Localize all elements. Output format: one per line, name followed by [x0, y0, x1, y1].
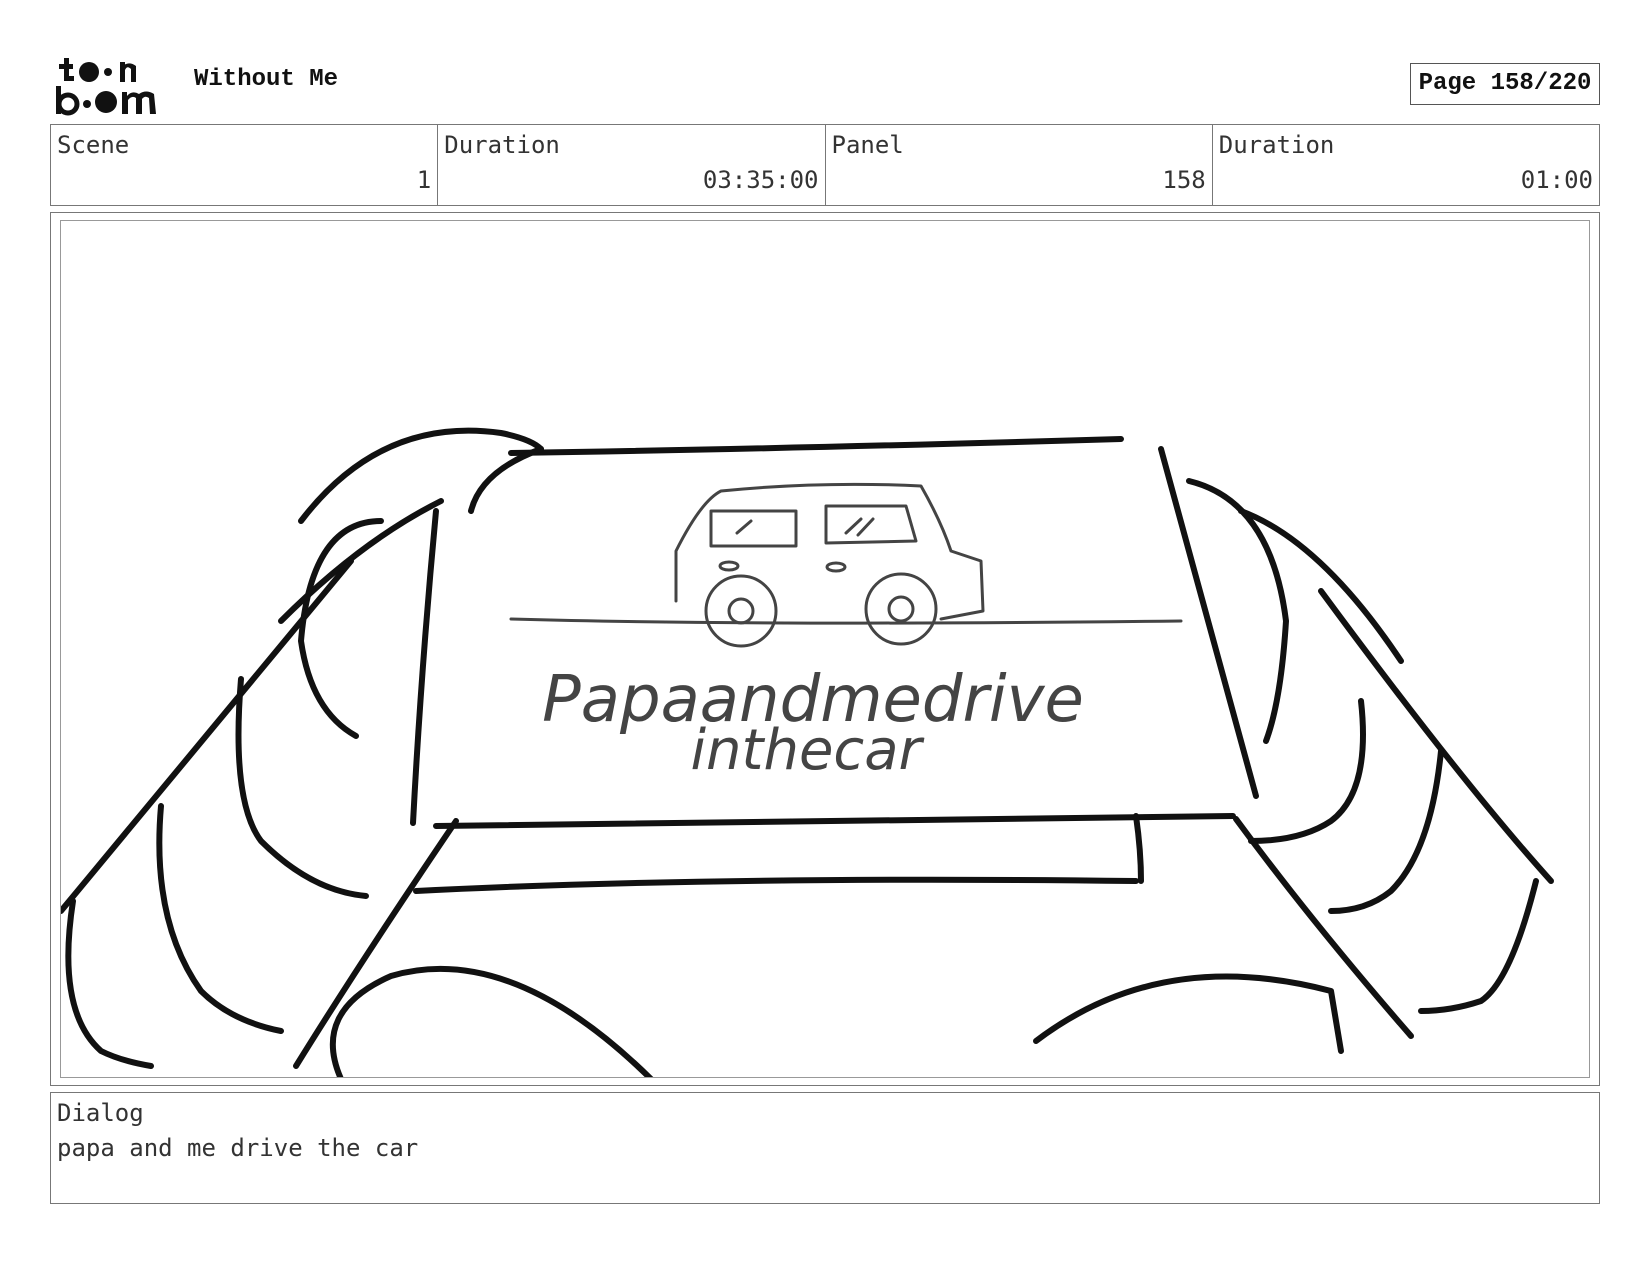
- toon-boom-logo: [56, 58, 156, 116]
- panel-label: Panel: [831, 131, 904, 159]
- scene-duration-cell: Duration 03:35:00: [438, 125, 826, 205]
- scene-duration-value: 03:35:00: [702, 166, 819, 194]
- storyboard-sketch: Papaandmedrive inthecar: [61, 427, 1554, 1077]
- sign-line-2: inthecar: [690, 718, 924, 783]
- scene-cell: Scene 1: [51, 125, 439, 205]
- dialog-box: Dialog papa and me drive the car: [50, 1092, 1600, 1204]
- scene-value: 1: [416, 166, 432, 194]
- storyboard-title: Without Me: [194, 66, 339, 93]
- panel-image: Papaandmedrive inthecar: [60, 220, 1590, 1078]
- panel-value: 158: [1162, 166, 1206, 194]
- panel-cell: Panel 158: [826, 125, 1213, 205]
- dialog-text: papa and me drive the car: [57, 1134, 419, 1162]
- shot-info-row: Scene 1 Duration 03:35:00 Panel 158 Dura…: [50, 124, 1600, 206]
- dialog-label: Dialog: [57, 1099, 144, 1127]
- page-indicator: Page 158/220: [1410, 63, 1600, 105]
- scene-label: Scene: [57, 131, 130, 159]
- scene-duration-label: Duration: [444, 131, 560, 159]
- panel-duration-value: 01:00: [1520, 166, 1593, 194]
- panel-duration-cell: Duration 01:00: [1213, 125, 1599, 205]
- panel-duration-label: Duration: [1218, 131, 1335, 159]
